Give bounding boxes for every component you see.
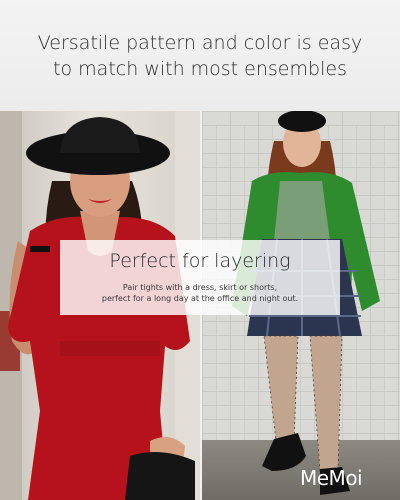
callout-text: Pair tights with a dress, skirt or short…: [101, 283, 299, 303]
layering-callout: Perfect for layering Pair tights with a …: [60, 240, 340, 315]
callout-title: Perfect for layering: [109, 250, 291, 272]
photo-collage: Perfect for layering Pair tights with a …: [0, 111, 400, 500]
brand-logo: MeMoi: [300, 466, 363, 490]
header-banner: Versatile pattern and color is easy to m…: [0, 0, 400, 111]
headline: Versatile pattern and color is easy to m…: [37, 32, 363, 80]
